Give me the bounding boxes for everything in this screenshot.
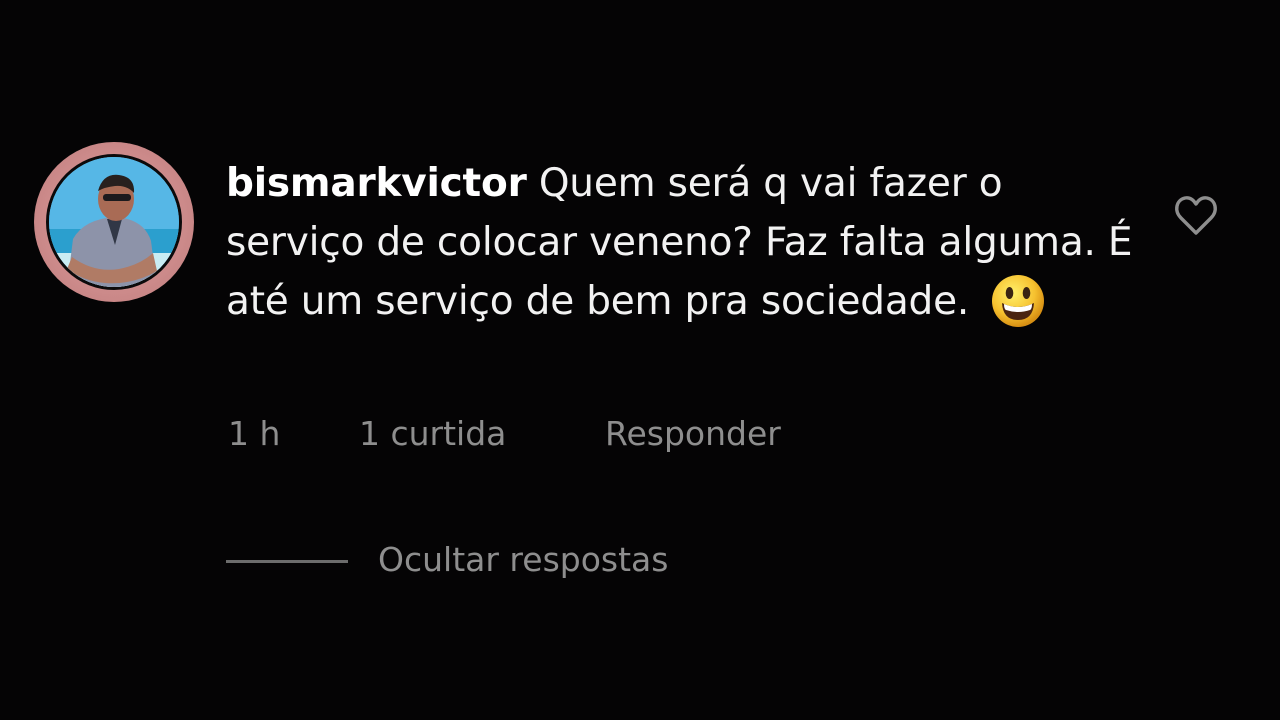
avatar-story-ring[interactable] <box>34 142 194 302</box>
comment-screen: bismarkvictor Quem será q vai fazer o se… <box>0 0 1280 720</box>
comment-meta: 1 h 1 curtida Responder <box>228 414 781 453</box>
hide-replies-label[interactable]: Ocultar respostas <box>378 540 668 579</box>
comment-body: bismarkvictor Quem será q vai fazer o se… <box>226 154 1146 331</box>
profile-photo <box>49 157 179 287</box>
avatar[interactable] <box>46 154 182 290</box>
comment-like-count[interactable]: 1 curtida <box>359 414 605 453</box>
grinning-face-icon <box>992 275 1045 327</box>
replies-divider <box>226 560 348 563</box>
reply-button[interactable]: Responder <box>605 414 781 453</box>
comment-time: 1 h <box>228 414 281 453</box>
heart-outline-icon[interactable] <box>1173 194 1219 238</box>
comment-username[interactable]: bismarkvictor <box>226 161 527 206</box>
